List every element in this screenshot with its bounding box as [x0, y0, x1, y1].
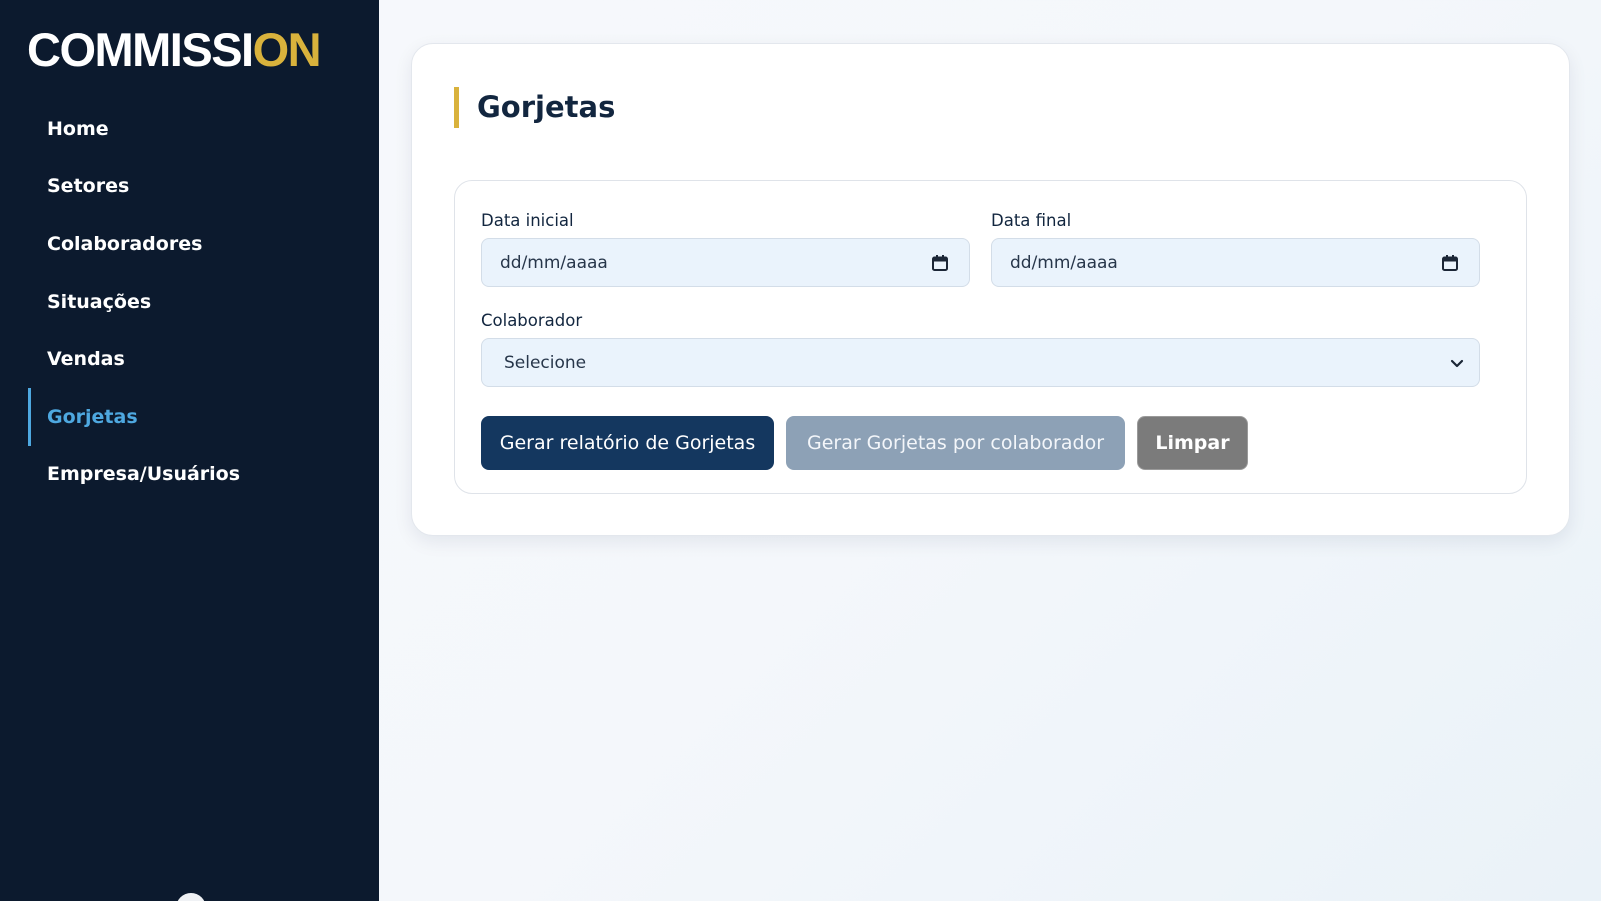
- end-date-placeholder: dd/mm/aaaa: [1010, 252, 1118, 273]
- sidebar-item-empresa-usuarios[interactable]: Empresa/Usuários: [0, 446, 379, 504]
- collaborator-select[interactable]: Selecione: [481, 338, 1480, 387]
- logo-text-main: COMMISSI: [27, 23, 254, 76]
- generate-tips-report-button[interactable]: Gerar relatório de Gorjetas: [481, 416, 774, 470]
- sidebar-toggle-handle[interactable]: [176, 893, 206, 901]
- sidebar-item-vendas[interactable]: Vendas: [0, 330, 379, 388]
- page-title: Gorjetas: [454, 87, 615, 128]
- clear-button[interactable]: Limpar: [1137, 416, 1248, 470]
- chevron-down-icon: [1450, 359, 1464, 367]
- sidebar-item-setores[interactable]: Setores: [0, 158, 379, 216]
- start-date-input[interactable]: dd/mm/aaaa: [481, 238, 970, 287]
- start-date-label: Data inicial: [481, 211, 574, 230]
- sidebar-nav: Home Setores Colaboradores Situações Ven…: [0, 100, 379, 503]
- filter-form: Data inicial dd/mm/aaaa Data final dd/mm…: [454, 180, 1527, 494]
- sidebar-item-home[interactable]: Home: [0, 100, 379, 158]
- start-date-placeholder: dd/mm/aaaa: [500, 252, 608, 273]
- generate-tips-by-collaborator-button[interactable]: Gerar Gorjetas por colaborador: [786, 416, 1125, 470]
- calendar-icon[interactable]: [931, 254, 949, 272]
- end-date-input[interactable]: dd/mm/aaaa: [991, 238, 1480, 287]
- sidebar: COMMISSION Home Setores Colaboradores Si…: [0, 0, 379, 901]
- sidebar-item-situacoes[interactable]: Situações: [0, 273, 379, 331]
- collaborator-selected-value: Selecione: [504, 352, 587, 373]
- brand-logo[interactable]: COMMISSION: [27, 22, 322, 78]
- collaborator-label: Colaborador: [481, 311, 583, 330]
- sidebar-item-colaboradores[interactable]: Colaboradores: [0, 215, 379, 273]
- logo-text-accent: ON: [252, 23, 322, 76]
- tips-card: Gorjetas Data inicial dd/mm/aaaa Data fi…: [411, 43, 1570, 536]
- calendar-icon[interactable]: [1441, 254, 1459, 272]
- sidebar-item-gorjetas[interactable]: Gorjetas: [0, 387, 379, 446]
- end-date-label: Data final: [991, 211, 1072, 230]
